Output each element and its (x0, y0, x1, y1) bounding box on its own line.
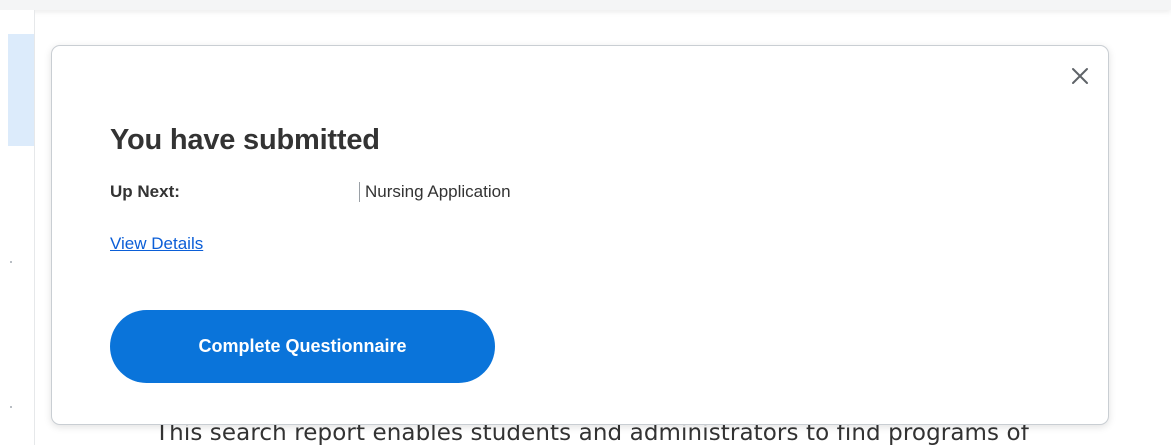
modal-title: You have submitted (110, 124, 380, 156)
left-rail-marker (10, 406, 12, 408)
complete-questionnaire-button[interactable]: Complete Questionnaire (110, 310, 495, 383)
page: This search report enables students and … (0, 0, 1171, 445)
left-rail-marker (10, 261, 12, 263)
up-next-value: Nursing Application (359, 182, 511, 202)
left-rail-selected-item[interactable] (8, 34, 34, 146)
view-details-link[interactable]: View Details (110, 234, 203, 254)
close-button[interactable] (1068, 64, 1092, 88)
up-next-label: Up Next: (110, 182, 180, 201)
left-rail (0, 10, 35, 445)
submission-modal: You have submitted Up Next: Nursing Appl… (51, 45, 1109, 425)
close-icon (1072, 68, 1088, 84)
top-bar (0, 0, 1171, 10)
